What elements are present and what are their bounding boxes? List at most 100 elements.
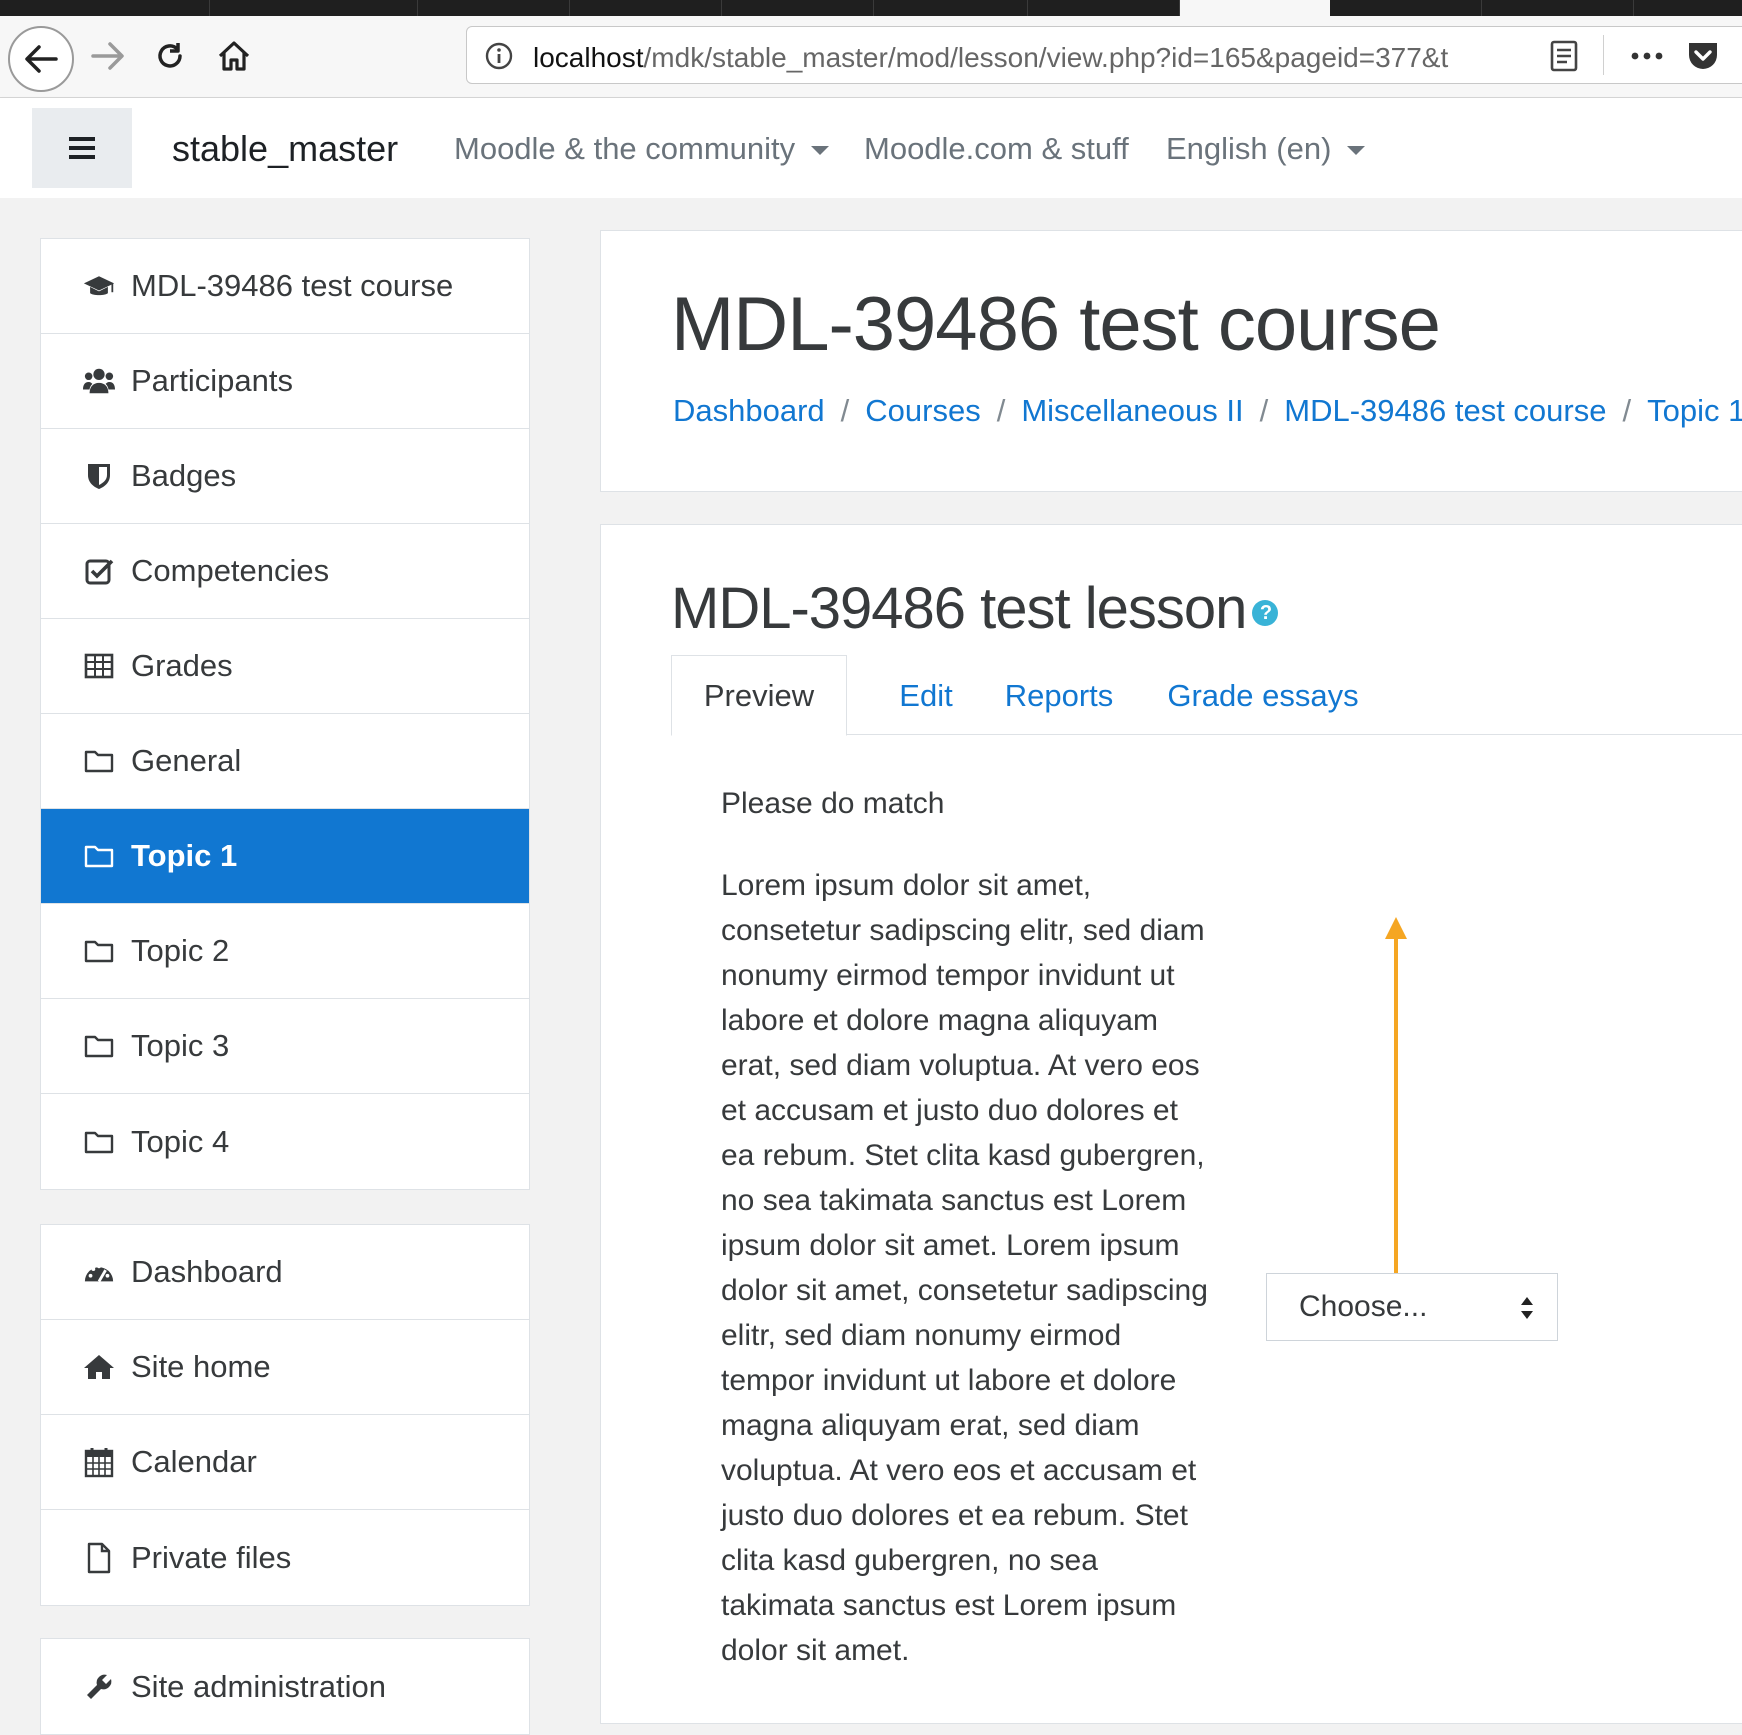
browser-tab[interactable]	[0, 0, 210, 16]
browser-tab[interactable]	[418, 0, 570, 16]
forward-arrow-icon[interactable]	[88, 36, 128, 76]
sidebar-item-topic-4[interactable]: Topic 4	[41, 1094, 529, 1189]
site-nav-block: Dashboard Site home Calendar Private fil…	[40, 1224, 530, 1606]
menu-label: English (en)	[1166, 131, 1332, 166]
home-icon[interactable]	[214, 36, 254, 76]
url-path: /mdk/stable_master/mod/lesson/view.php?i…	[643, 42, 1449, 73]
sidebar-item-general[interactable]: General	[41, 714, 529, 809]
info-icon[interactable]	[485, 42, 513, 70]
browser-tab[interactable]	[1330, 0, 1482, 16]
url-host: localhost	[533, 42, 644, 73]
browser-tab[interactable]	[1482, 0, 1634, 16]
breadcrumb-courses[interactable]: Courses	[865, 393, 980, 428]
answer-text: Lorem ipsum dolor sit amet, consetetur s…	[721, 869, 1208, 1667]
hamburger-menu-icon[interactable]	[32, 108, 132, 188]
sidebar-item-topic-2[interactable]: Topic 2	[41, 904, 529, 999]
sidebar-item-label: Calendar	[131, 1444, 257, 1479]
sidebar-item-site-administration[interactable]: Site administration	[41, 1639, 529, 1734]
folder-icon	[83, 840, 115, 872]
more-icon[interactable]	[1627, 39, 1667, 73]
breadcrumb-category[interactable]: Miscellaneous II	[1021, 393, 1243, 428]
page-title: MDL-39486 test course	[671, 282, 1441, 367]
menu-moodle-community[interactable]: Moodle & the community	[454, 131, 830, 167]
sidebar-item-participants[interactable]: Participants	[41, 334, 529, 429]
sidebar-item-grades[interactable]: Grades	[41, 619, 529, 714]
users-icon	[83, 365, 115, 397]
sidebar-item-label: Participants	[131, 363, 293, 398]
sidebar-item-label: Topic 2	[131, 933, 230, 968]
breadcrumb-course[interactable]: MDL-39486 test course	[1284, 393, 1606, 428]
lesson-title: MDL-39486 test lesson?	[671, 575, 1279, 642]
folder-icon	[83, 745, 115, 777]
sidebar-item-label: Grades	[131, 648, 233, 683]
home-icon	[83, 1351, 115, 1383]
folder-icon	[83, 935, 115, 967]
tab-reports[interactable]: Reports	[989, 655, 1129, 736]
sidebar-item-dashboard[interactable]: Dashboard	[41, 1225, 529, 1320]
course-nav-block: MDL-39486 test course Participants Badge…	[40, 238, 530, 1190]
sidebar-item-label: Topic 3	[131, 1028, 230, 1063]
main-region: MDL-39486 test course Dashboard / Courses /…	[570, 198, 1742, 1724]
sidebar-item-badges[interactable]: Badges	[41, 429, 529, 524]
url-bar-divider	[1603, 35, 1604, 75]
sidebar-item-label: General	[131, 743, 242, 778]
match-answer-select[interactable]: Choose...	[1266, 1273, 1558, 1341]
tab-edit[interactable]: Edit	[871, 655, 981, 736]
lesson-title-text: MDL-39486 test lesson	[671, 576, 1247, 641]
browser-toolbar: localhost/mdk/stable_master/mod/lesson/v…	[0, 16, 1742, 98]
nav-drawer: MDL-39486 test course Participants Badge…	[0, 198, 570, 1735]
url-text[interactable]: localhost/mdk/stable_master/mod/lesson/v…	[533, 42, 1493, 74]
sidebar-item-label: Topic 1	[131, 838, 238, 873]
breadcrumb-separator: /	[996, 393, 1006, 428]
breadcrumb: Dashboard / Courses / Miscellaneous II / MDL-3…	[673, 393, 1742, 429]
calendar-icon	[83, 1446, 115, 1478]
sidebar-item-calendar[interactable]: Calendar	[41, 1415, 529, 1510]
file-icon	[83, 1542, 115, 1574]
browser-tab[interactable]	[570, 0, 722, 16]
sidebar-item-label: Dashboard	[131, 1254, 283, 1289]
menu-label: Moodle.com & stuff	[864, 131, 1129, 166]
tab-preview[interactable]: Preview	[671, 655, 847, 736]
browser-tab[interactable]	[722, 0, 874, 16]
reader-view-icon[interactable]	[1549, 39, 1583, 73]
breadcrumb-separator: /	[1622, 393, 1632, 428]
breadcrumb-dashboard[interactable]: Dashboard	[673, 393, 825, 428]
url-bar[interactable]: localhost/mdk/stable_master/mod/lesson/v…	[466, 26, 1742, 84]
caret-down-icon	[1347, 146, 1366, 156]
question-text: Please do match	[721, 787, 945, 820]
back-arrow-icon[interactable]	[8, 26, 74, 92]
sidebar-item-topic-1[interactable]: Topic 1	[41, 809, 529, 904]
page-header: MDL-39486 test course Dashboard / Courses /…	[600, 230, 1742, 492]
sidebar-item-competencies[interactable]: Competencies	[41, 524, 529, 619]
shield-icon	[83, 460, 115, 492]
table-icon	[83, 650, 115, 682]
pocket-icon[interactable]	[1685, 37, 1721, 73]
lesson-region: MDL-39486 test lesson? Preview Edit Repo…	[600, 524, 1742, 1724]
menu-moodle-com[interactable]: Moodle.com & stuff	[864, 131, 1129, 167]
tab-grade-essays[interactable]: Grade essays	[1145, 655, 1381, 736]
sidebar-item-label: Competencies	[131, 553, 330, 588]
browser-tab-active[interactable]	[1180, 0, 1330, 16]
reload-icon[interactable]	[150, 36, 190, 76]
sidebar-item-label: Badges	[131, 458, 237, 493]
graduation-cap-icon	[83, 270, 115, 302]
sidebar-item-label: Topic 4	[131, 1123, 230, 1159]
sidebar-item-topic-3[interactable]: Topic 3	[41, 999, 529, 1094]
breadcrumb-topic[interactable]: Topic 1	[1647, 393, 1742, 428]
menu-label: Moodle & the community	[454, 131, 796, 166]
browser-tab[interactable]	[210, 0, 418, 16]
sidebar-item-course[interactable]: MDL-39486 test course	[41, 239, 529, 334]
select-value: Choose...	[1299, 1290, 1428, 1323]
browser-tab[interactable]	[1028, 0, 1180, 16]
browser-tab[interactable]	[874, 0, 1028, 16]
sidebar-item-private-files[interactable]: Private files	[41, 1510, 529, 1605]
site-name[interactable]: stable_master	[172, 128, 398, 170]
sidebar-item-label: Site home	[131, 1349, 271, 1384]
help-icon[interactable]: ?	[1252, 599, 1279, 626]
lesson-tabs: Preview Edit Reports Grade essays	[671, 655, 1742, 736]
check-square-icon	[83, 555, 115, 587]
annotation-arrow	[1385, 917, 1407, 1275]
admin-nav-block: Site administration	[40, 1638, 530, 1735]
menu-language[interactable]: English (en)	[1166, 131, 1366, 167]
sidebar-item-site-home[interactable]: Site home	[41, 1320, 529, 1415]
